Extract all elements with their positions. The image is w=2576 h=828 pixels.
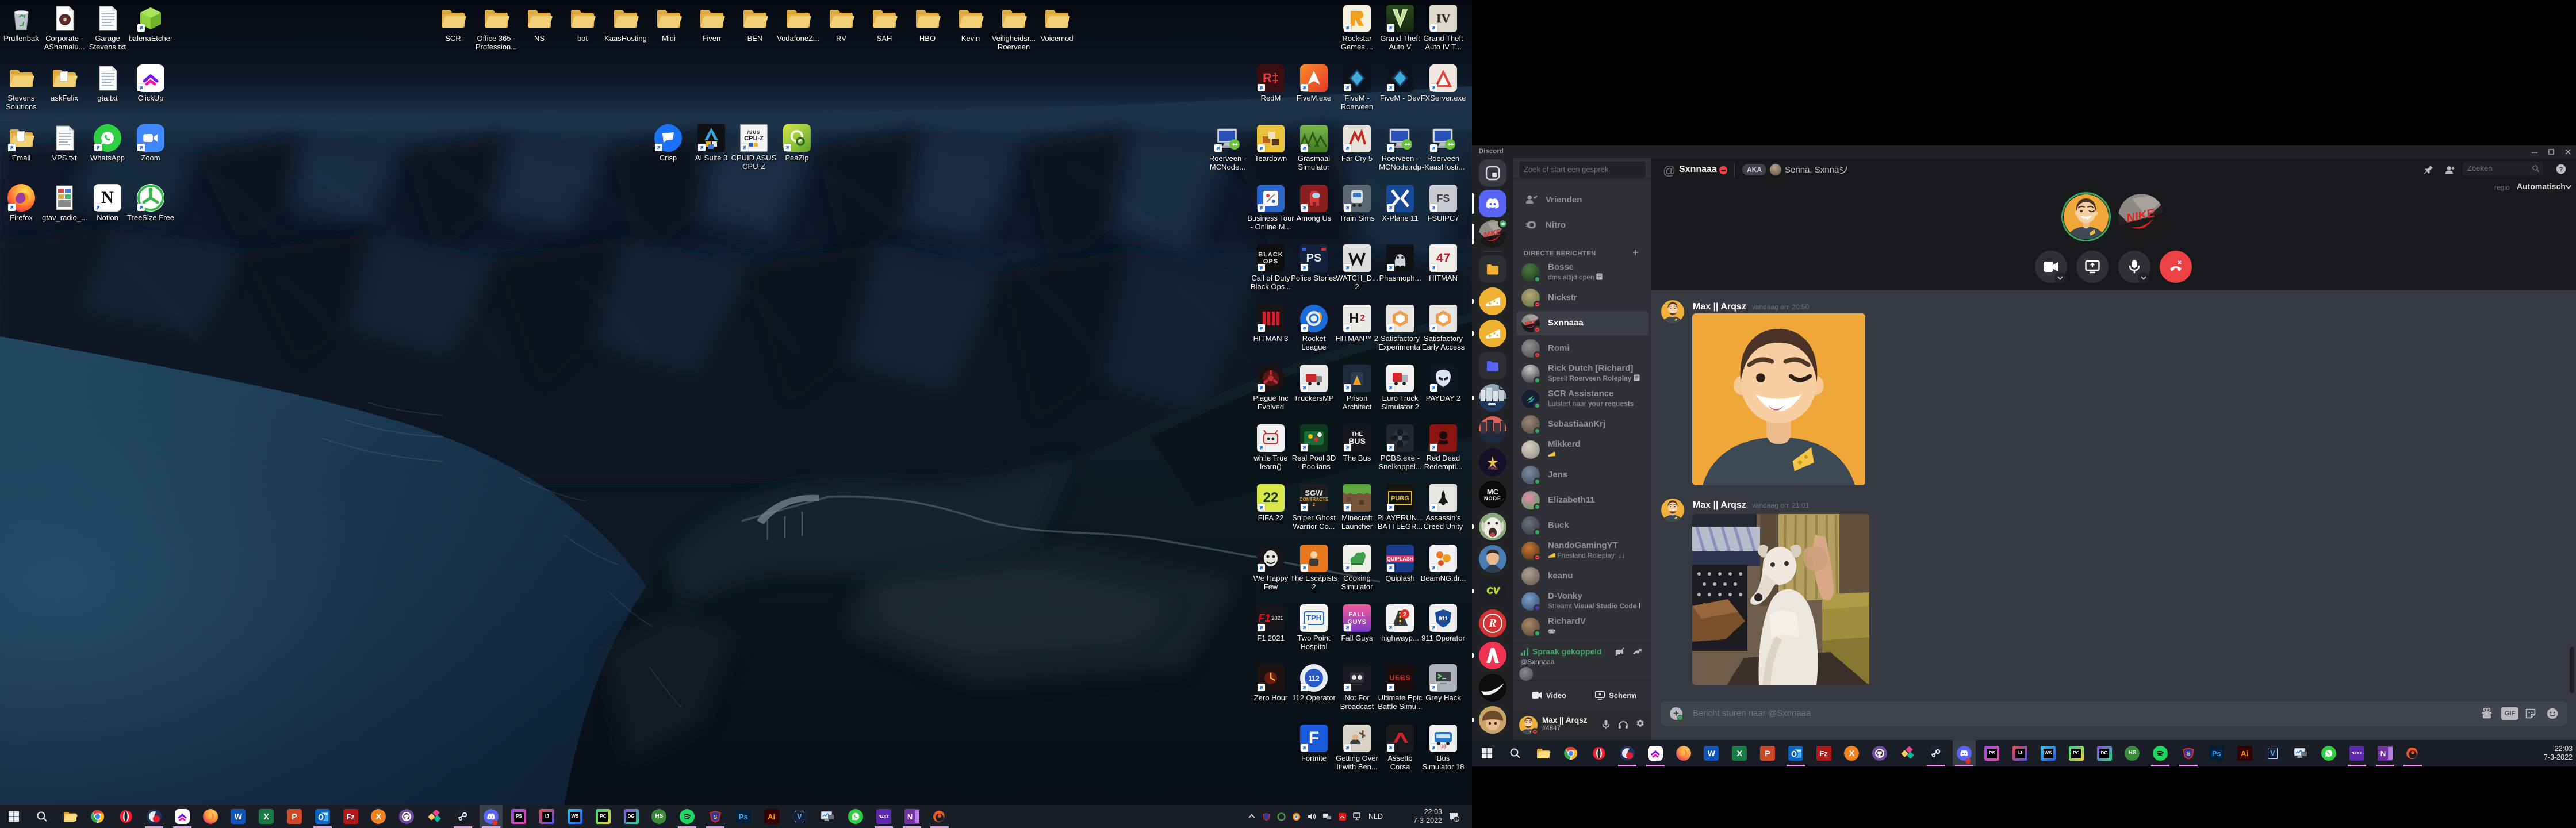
svg-text:2: 2 (1403, 611, 1406, 618)
svg-text:112: 112 (1308, 674, 1320, 683)
svg-text:911: 911 (1439, 616, 1448, 622)
svg-text:S: S (714, 814, 718, 821)
svg-text:?: ? (2559, 166, 2563, 173)
svg-text:S: S (2187, 751, 2191, 757)
svg-text:18: 18 (1440, 743, 1446, 749)
svg-text:1: 1 (1455, 816, 1458, 822)
svg-text:PARIS: PARIS (1488, 467, 1498, 471)
